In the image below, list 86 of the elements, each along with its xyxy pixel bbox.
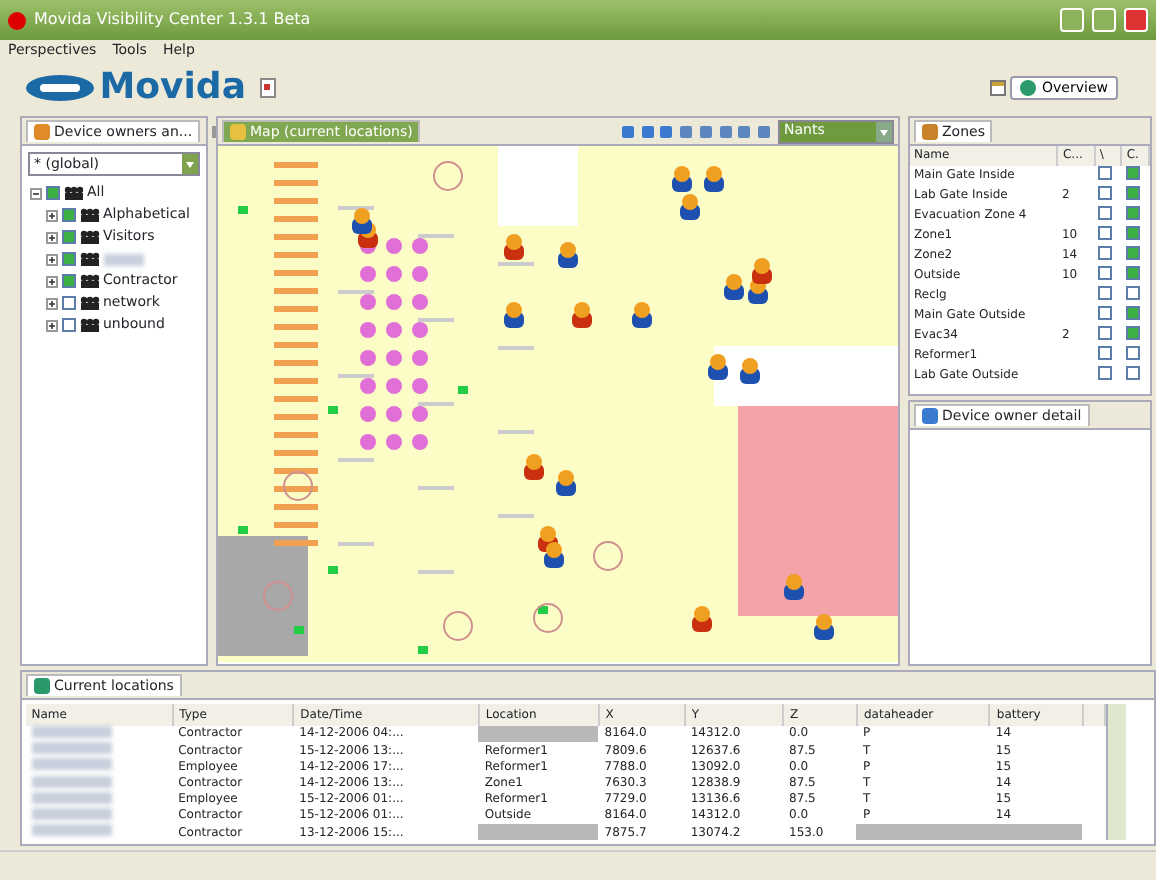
checkbox[interactable]: [1098, 206, 1113, 221]
checkbox[interactable]: [1098, 266, 1113, 281]
group-icon: [79, 296, 99, 310]
blurred-name: [31, 775, 112, 787]
open-perspective-icon[interactable]: [990, 80, 1007, 96]
person-icon[interactable]: [724, 274, 744, 300]
app-icon: [8, 11, 26, 29]
logo-icon: [24, 74, 96, 102]
person-icon[interactable]: [504, 302, 524, 328]
checkbox[interactable]: [1125, 166, 1140, 181]
panel-icon: [34, 677, 50, 694]
checkbox[interactable]: [1125, 226, 1140, 241]
checkbox[interactable]: [1098, 306, 1113, 321]
person-icon[interactable]: [704, 166, 724, 192]
checkbox[interactable]: [61, 230, 75, 244]
person-icon[interactable]: [680, 194, 700, 220]
checkbox[interactable]: [1125, 326, 1140, 341]
checkbox[interactable]: [1125, 286, 1140, 301]
checkbox[interactable]: [45, 186, 59, 200]
person-icon[interactable]: [784, 574, 804, 600]
blurred-name: [31, 807, 112, 820]
person-icon[interactable]: [352, 208, 372, 234]
person-icon[interactable]: [692, 606, 712, 632]
checkbox[interactable]: [61, 274, 75, 288]
expand-icon[interactable]: [45, 231, 57, 243]
panel-icon: [34, 123, 50, 140]
globe-icon: [1020, 79, 1037, 96]
maximize-button[interactable]: [1092, 8, 1116, 32]
expand-icon[interactable]: [45, 319, 57, 331]
person-icon[interactable]: [544, 542, 564, 568]
panel-icon: [230, 123, 246, 140]
checkbox[interactable]: [1125, 366, 1140, 381]
checkbox[interactable]: [1098, 166, 1113, 181]
close-button[interactable]: [1124, 8, 1148, 32]
group-icon: [79, 252, 99, 266]
checkbox[interactable]: [1125, 306, 1140, 321]
logo-text: Movida: [99, 66, 246, 110]
document-icon[interactable]: [259, 78, 276, 98]
checkbox[interactable]: [1125, 186, 1140, 201]
panel-icon: [922, 407, 938, 424]
vertical-scrollbar[interactable]: [1105, 703, 1126, 841]
person-icon[interactable]: [556, 470, 576, 496]
checkbox[interactable]: [61, 252, 75, 266]
person-icon[interactable]: [708, 354, 728, 380]
window-title: Movida Visibility Center 1.3.1 Beta: [34, 10, 311, 30]
person-icon[interactable]: [752, 258, 772, 284]
checkbox[interactable]: [1125, 266, 1140, 281]
blurred-name: [31, 758, 112, 771]
person-icon[interactable]: [524, 454, 544, 480]
checkbox[interactable]: [61, 318, 75, 332]
checkbox[interactable]: [1098, 246, 1113, 261]
person-icon[interactable]: [814, 614, 834, 640]
group-icon: [79, 318, 99, 332]
person-icon[interactable]: [504, 234, 524, 260]
group-icon: [79, 230, 99, 244]
expand-icon[interactable]: [45, 297, 57, 309]
panel-icon: [922, 123, 938, 140]
expand-icon[interactable]: [45, 209, 57, 221]
group-icon: [79, 208, 99, 222]
checkbox[interactable]: [61, 296, 75, 310]
group-icon: [63, 186, 83, 200]
checkbox[interactable]: [1098, 286, 1113, 301]
blurred-name: [31, 791, 112, 804]
person-icon[interactable]: [558, 242, 578, 268]
expand-icon[interactable]: [45, 253, 57, 265]
checkbox[interactable]: [1098, 366, 1113, 381]
blurred-name: [31, 824, 112, 837]
blurred-name: [31, 742, 112, 755]
expand-icon[interactable]: [45, 275, 57, 287]
checkbox[interactable]: [1098, 186, 1113, 201]
person-icon[interactable]: [672, 166, 692, 192]
group-icon: [79, 274, 99, 288]
collapse-icon[interactable]: [29, 187, 41, 199]
checkbox[interactable]: [1125, 246, 1140, 261]
checkbox[interactable]: [1098, 326, 1113, 341]
checkbox[interactable]: [1098, 346, 1113, 361]
empty-cell: [478, 824, 599, 841]
minimize-button[interactable]: [1060, 8, 1084, 32]
person-icon[interactable]: [572, 302, 592, 328]
person-icon[interactable]: [740, 358, 760, 384]
checkbox[interactable]: [1098, 226, 1113, 241]
blurred-label: [103, 253, 143, 265]
checkbox[interactable]: [61, 208, 75, 222]
person-icon[interactable]: [632, 302, 652, 328]
checkbox[interactable]: [1125, 206, 1140, 221]
checkbox[interactable]: [1125, 346, 1140, 361]
